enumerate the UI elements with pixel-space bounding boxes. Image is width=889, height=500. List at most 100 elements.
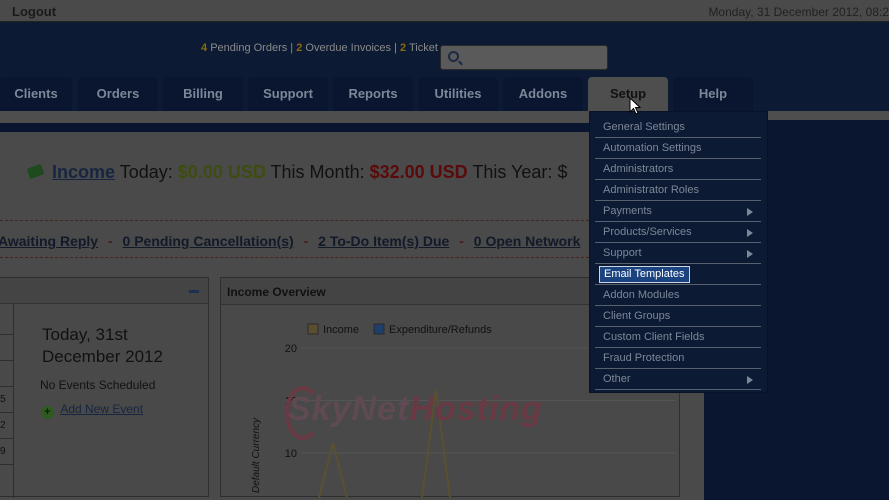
year-income-value: $ bbox=[557, 162, 568, 182]
tab-billing[interactable]: Billing bbox=[163, 77, 243, 111]
grid-day-number[interactable]: 5 bbox=[0, 394, 6, 405]
search-input[interactable] bbox=[440, 45, 608, 70]
alert-separator: - bbox=[107, 233, 113, 249]
pending-orders-label[interactable]: Pending Orders bbox=[210, 42, 287, 54]
watermark: SkyNetHosting bbox=[288, 390, 543, 429]
setup-menu-item-label: Fraud Protection bbox=[603, 352, 685, 364]
overdue-invoices-count[interactable]: 2 bbox=[296, 42, 302, 54]
setup-menu-item-client-groups[interactable]: Client Groups bbox=[595, 306, 761, 327]
add-icon: + bbox=[41, 406, 54, 419]
legend-label: Income bbox=[323, 324, 359, 336]
setup-menu-item-products-services[interactable]: Products/Services bbox=[595, 222, 761, 243]
chevron-right-icon bbox=[747, 250, 753, 258]
collapse-icon[interactable] bbox=[189, 290, 199, 293]
setup-dropdown-menu: General Settings Automation Settings Admin… bbox=[589, 111, 768, 393]
setup-menu-item-other[interactable]: Other bbox=[595, 369, 761, 390]
income-link[interactable]: Income bbox=[52, 162, 115, 182]
tab-orders[interactable]: Orders bbox=[78, 77, 158, 111]
y-axis-label: Default Currency bbox=[251, 417, 262, 493]
pending-cancellations-link[interactable]: 0 Pending Cancellation(s) bbox=[123, 233, 294, 249]
setup-menu-item-label: Administrator Roles bbox=[603, 184, 699, 196]
grid-day-number[interactable]: 9 bbox=[0, 446, 6, 457]
tickets-label[interactable]: Ticket bbox=[409, 42, 438, 54]
awaiting-reply-link[interactable]: Awaiting Reply bbox=[0, 233, 98, 249]
tab-clients[interactable]: Clients bbox=[0, 77, 72, 111]
add-new-event-label[interactable]: Add New Event bbox=[60, 402, 143, 416]
watermark-part1: SkyNet bbox=[288, 390, 410, 428]
chevron-right-icon bbox=[747, 376, 753, 384]
setup-menu-item-payments[interactable]: Payments bbox=[595, 201, 761, 222]
income-series-peak bbox=[318, 442, 348, 498]
setup-menu-item-label: Custom Client Fields bbox=[603, 331, 705, 343]
tab-reports[interactable]: Reports bbox=[333, 77, 413, 111]
grid-line bbox=[0, 386, 14, 387]
chevron-right-icon bbox=[747, 208, 753, 216]
current-date: Monday, 31 December 2012, 08:2 bbox=[708, 5, 889, 19]
calendar-panel-header bbox=[0, 278, 208, 304]
setup-menu-item-label: Other bbox=[603, 373, 631, 385]
setup-menu-item-label: Payments bbox=[603, 205, 652, 217]
todo-items-link[interactable]: 2 To-Do Item(s) Due bbox=[318, 233, 449, 249]
grid-line bbox=[0, 334, 14, 335]
mouse-cursor-icon bbox=[629, 97, 642, 115]
chevron-right-icon bbox=[747, 229, 753, 237]
income-summary: Income Today: $0.00 USD This Month: $32.… bbox=[26, 162, 568, 183]
grid-line bbox=[0, 412, 14, 413]
setup-menu-item-label: Client Groups bbox=[603, 310, 671, 322]
setup-menu-item-label: Automation Settings bbox=[603, 142, 702, 154]
setup-menu-item-label: Addon Modules bbox=[603, 289, 680, 301]
setup-menu-item-email-templates[interactable]: Email Templates bbox=[595, 264, 761, 285]
setup-menu-item-support[interactable]: Support bbox=[595, 243, 761, 264]
tab-utilities[interactable]: Utilities bbox=[418, 77, 498, 111]
grid-line bbox=[0, 360, 14, 361]
y-tick-label: 20 bbox=[285, 343, 297, 355]
tab-addons[interactable]: Addons bbox=[503, 77, 583, 111]
stats-separator: | bbox=[290, 42, 294, 54]
pending-orders-count[interactable]: 4 bbox=[201, 42, 207, 54]
top-bar: Logout Monday, 31 December 2012, 08:2 bbox=[0, 0, 889, 22]
y-tick-label: 10 bbox=[285, 448, 297, 460]
setup-menu-item-label: Products/Services bbox=[603, 226, 692, 238]
grid-line bbox=[0, 438, 14, 439]
calendar-today-date: Today, 31st December 2012 bbox=[42, 325, 163, 366]
month-income-value: $32.00 USD bbox=[369, 162, 468, 182]
add-new-event-link[interactable]: + Add New Event bbox=[41, 402, 143, 419]
header-stats: 4 Pending Orders | 2 Overdue Invoices | … bbox=[201, 42, 438, 54]
legend-label: Expenditure/Refunds bbox=[389, 324, 492, 336]
legend-swatch bbox=[307, 323, 319, 335]
setup-menu-item-label: General Settings bbox=[603, 121, 685, 133]
alerts-line: Awaiting Reply - 0 Pending Cancellation(… bbox=[0, 233, 580, 249]
setup-menu-item-label: Email Templates bbox=[599, 266, 690, 283]
tab-setup[interactable]: Setup bbox=[588, 77, 668, 111]
setup-menu-item-administrators[interactable]: Administrators bbox=[595, 159, 761, 180]
setup-menu-item-custom-client-fields[interactable]: Custom Client Fields bbox=[595, 327, 761, 348]
year-label: This Year: bbox=[472, 162, 553, 182]
setup-menu-item-addon-modules[interactable]: Addon Modules bbox=[595, 285, 761, 306]
money-icon bbox=[26, 163, 45, 180]
alert-separator: - bbox=[303, 233, 309, 249]
setup-menu-item-fraud-protection[interactable]: Fraud Protection bbox=[595, 348, 761, 369]
setup-menu-item-general-settings[interactable]: General Settings bbox=[595, 117, 761, 138]
setup-menu-item-label: Administrators bbox=[603, 163, 674, 175]
watermark-part2: Hosting bbox=[409, 390, 543, 428]
overdue-invoices-label[interactable]: Overdue Invoices bbox=[305, 42, 391, 54]
grid-day-number[interactable]: 2 bbox=[0, 420, 6, 431]
grid-line bbox=[0, 464, 14, 465]
setup-menu-item-automation-settings[interactable]: Automation Settings bbox=[595, 138, 761, 159]
open-network-link[interactable]: 0 Open Network bbox=[474, 233, 581, 249]
stats-separator: | bbox=[394, 42, 397, 54]
month-label: This Month: bbox=[270, 162, 365, 182]
alert-separator: - bbox=[459, 233, 464, 249]
tab-help[interactable]: Help bbox=[673, 77, 753, 111]
legend-swatch bbox=[373, 323, 385, 335]
tab-support[interactable]: Support bbox=[248, 77, 328, 111]
today-label: Today: bbox=[119, 162, 173, 182]
today-income-value: $0.00 USD bbox=[177, 162, 266, 182]
setup-menu-item-label: Support bbox=[603, 247, 642, 259]
tickets-count[interactable]: 2 bbox=[400, 42, 406, 54]
no-events-text: No Events Scheduled bbox=[40, 378, 156, 392]
calendar-grid-edge: 5 2 9 bbox=[0, 304, 14, 498]
setup-menu-item-administrator-roles[interactable]: Administrator Roles bbox=[595, 180, 761, 201]
logout-link[interactable]: Logout bbox=[12, 4, 56, 19]
search-icon bbox=[448, 51, 459, 62]
